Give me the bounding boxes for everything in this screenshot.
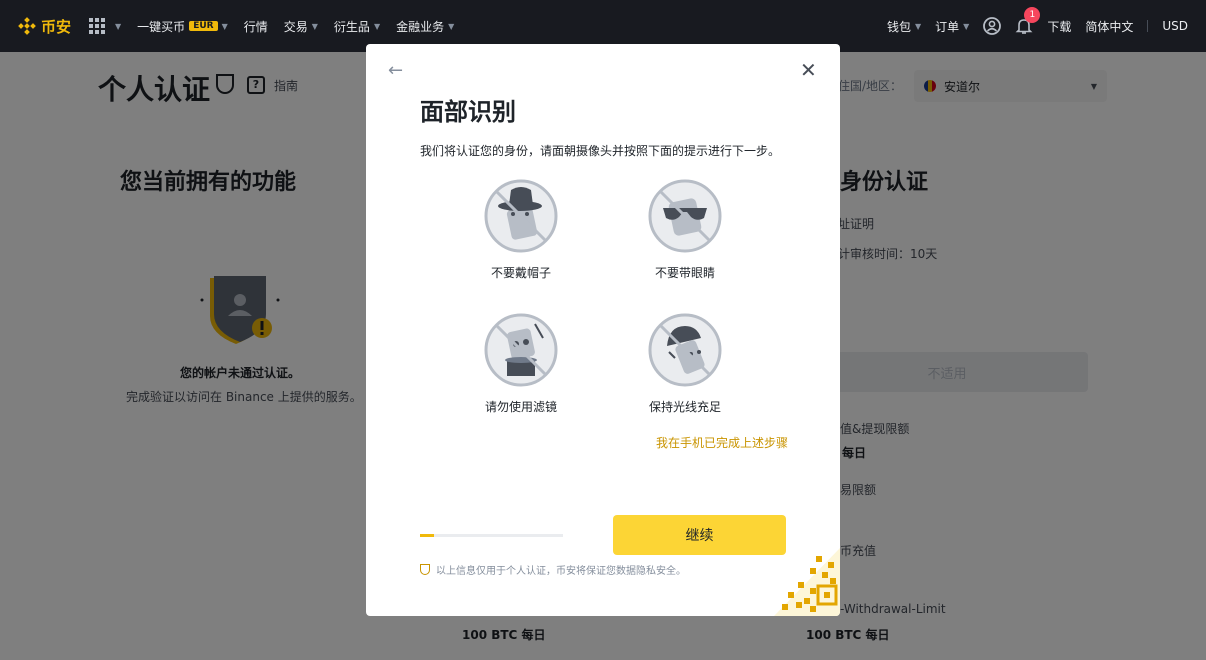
chevron-down-icon: ▼ <box>448 21 455 31</box>
nav-markets[interactable]: 行情 <box>244 18 268 35</box>
nav-wallet-label: 钱包 <box>886 19 911 34</box>
chevron-down-icon: ▼ <box>221 21 228 31</box>
nav-download[interactable]: 下载 <box>1047 18 1071 35</box>
no-hat-icon <box>484 179 558 253</box>
nav-finance[interactable]: 金融业务 ▼ <box>396 18 454 35</box>
shield-check-icon <box>420 564 430 575</box>
privacy-note: 以上信息仅用于个人认证，币安将保证您数据隐私安全。 <box>420 562 686 577</box>
close-icon[interactable]: ✕ <box>800 58 817 82</box>
qr-code-corner-icon[interactable] <box>774 548 840 616</box>
done-on-phone-link[interactable]: 我在手机已完成上述步骤 <box>656 434 788 451</box>
nav-currency[interactable]: USD <box>1162 19 1188 33</box>
tip-label: 不要戴帽子 <box>490 266 551 280</box>
no-filter-icon <box>484 313 558 387</box>
chevron-down-icon: ▼ <box>115 21 122 31</box>
no-glasses-icon <box>648 179 722 253</box>
notifications-button[interactable]: 1 <box>1015 7 1041 35</box>
user-profile-icon[interactable] <box>983 17 1002 35</box>
face-verification-modal: ← ✕ 面部识别 我们将认证您的身份，请面朝摄像头并按照下面的提示进行下一步。 … <box>366 44 840 616</box>
nav-derivatives-label: 衍生品 <box>333 19 370 34</box>
tip-label: 保持光线充足 <box>648 400 721 414</box>
chevron-down-icon: ▼ <box>311 21 318 31</box>
apps-menu[interactable]: ▼ <box>89 18 121 34</box>
chevron-down-icon: ▼ <box>963 21 970 31</box>
tip-no-glasses: 不要带眼睛 <box>610 178 760 281</box>
binance-logo-icon <box>18 17 36 35</box>
nav-finance-label: 金融业务 <box>396 19 445 34</box>
nav-buy-crypto[interactable]: 一键买币 EUR ▼ <box>137 18 228 35</box>
nav-trade-label: 交易 <box>283 19 308 34</box>
nav-buy-crypto-label: 一键买币 <box>137 19 186 34</box>
chevron-down-icon: ▼ <box>373 21 381 31</box>
nav-trade[interactable]: 交易 ▼ <box>284 18 318 35</box>
chevron-down-icon: ▼ <box>915 21 922 31</box>
good-lighting-icon <box>648 313 722 387</box>
nav-wallet[interactable]: 钱包 ▼ <box>887 18 921 35</box>
binance-logo[interactable]: 币安 <box>18 16 71 37</box>
apps-grid-icon <box>89 18 106 34</box>
nav-language[interactable]: 简体中文 <box>1085 18 1133 35</box>
nav-markets-label: 行情 <box>243 19 268 34</box>
tip-no-hat: 不要戴帽子 <box>446 178 596 281</box>
progress-bar-fill <box>420 534 435 537</box>
notification-count-badge: 1 <box>1024 7 1041 23</box>
tip-good-lighting: 保持光线充足 <box>610 312 760 415</box>
progress-bar <box>420 534 563 537</box>
currency-badge: EUR <box>189 21 218 31</box>
back-arrow-icon[interactable]: ← <box>388 60 403 81</box>
logo-text: 币安 <box>41 17 72 36</box>
continue-button[interactable]: 继续 <box>613 515 786 555</box>
tip-label: 请勿使用滤镜 <box>484 400 557 414</box>
divider <box>1147 20 1149 32</box>
nav-orders[interactable]: 订单 ▼ <box>935 18 969 35</box>
modal-title: 面部识别 <box>420 98 516 126</box>
privacy-note-text: 以上信息仅用于个人认证，币安将保证您数据隐私安全。 <box>436 566 686 577</box>
modal-description: 我们将认证您的身份，请面朝摄像头并按照下面的提示进行下一步。 <box>420 144 781 158</box>
nav-derivatives[interactable]: 衍生品 ▼ <box>334 18 380 35</box>
nav-orders-label: 订单 <box>935 19 960 34</box>
tip-label: 不要带眼睛 <box>654 266 715 280</box>
tip-no-filter: 请勿使用滤镜 <box>446 312 596 415</box>
